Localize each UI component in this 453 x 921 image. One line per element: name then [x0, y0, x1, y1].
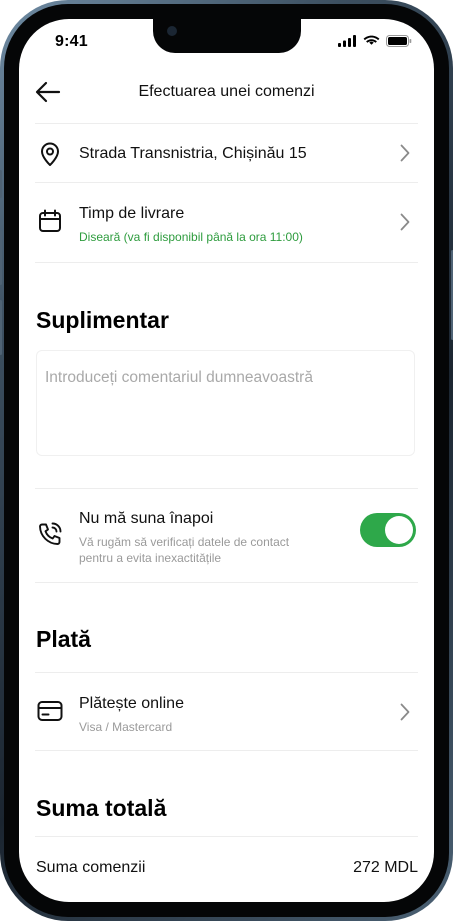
payment-sub: Visa / Mastercard — [79, 720, 173, 734]
phone-call-icon — [37, 521, 63, 547]
address-row[interactable]: Strada Transnistria, Chișinău 15 — [35, 123, 418, 182]
delivery-time-label: Timp de livrare — [79, 205, 185, 222]
phone-side-button — [0, 300, 2, 355]
chevron-right-icon — [398, 702, 412, 722]
chevron-right-icon — [398, 143, 412, 163]
wifi-icon — [363, 35, 380, 45]
chevron-right-icon — [398, 212, 412, 232]
status-time: 9:41 — [55, 33, 88, 50]
battery-icon — [386, 35, 412, 47]
page-title: Efectuarea unei comenzi — [138, 83, 315, 100]
phone-side-button — [0, 170, 2, 198]
divider — [35, 262, 418, 263]
order-total-row: Suma comenzii 272 MDL — [35, 836, 418, 897]
delivery-time-row[interactable]: Timp de livrare Diseară (va fi disponibi… — [35, 182, 418, 263]
payment-label: Plătește online — [79, 695, 184, 712]
callback-label: Nu mă suna înapoi — [79, 510, 214, 527]
divider — [35, 582, 418, 583]
phone-bezel: 9:41 Efectuarea unei comenzi Strada Tran… — [4, 4, 449, 917]
callback-toggle[interactable] — [360, 513, 416, 547]
credit-card-icon — [37, 698, 63, 724]
callback-description-line2: pentru a evita inexactitățile — [79, 551, 222, 565]
screen: 9:41 Efectuarea unei comenzi Strada Tran… — [19, 19, 434, 902]
order-total-value: 272 MDL — [353, 859, 418, 876]
notch — [152, 19, 301, 53]
status-icons — [338, 35, 412, 47]
callback-description-line1: Vă rugăm să verificați datele de contact — [79, 535, 290, 549]
cellular-signal-icon — [338, 35, 356, 47]
header: Efectuarea unei comenzi — [19, 77, 434, 107]
address-label: Strada Transnistria, Chișinău 15 — [79, 145, 307, 162]
phone-frame: 9:41 Efectuarea unei comenzi Strada Tran… — [0, 0, 453, 921]
total-section-title: Suma totală — [36, 795, 167, 821]
payment-row[interactable]: Plătește online Visa / Mastercard — [35, 672, 418, 751]
location-pin-icon — [37, 141, 63, 167]
payment-section-title: Plată — [36, 626, 91, 652]
delivery-time-value: Diseară (va fi disponibil până la ora 11… — [79, 230, 303, 244]
comment-input[interactable]: Introduceți comentariul dumneavoastră — [36, 350, 415, 456]
calendar-icon — [37, 208, 63, 234]
camera-icon — [166, 26, 177, 36]
extra-section-title: Suplimentar — [36, 307, 169, 333]
order-total-label: Suma comenzii — [36, 859, 146, 876]
toggle-knob — [385, 516, 413, 544]
phone-side-button — [0, 230, 2, 285]
divider — [35, 750, 418, 751]
